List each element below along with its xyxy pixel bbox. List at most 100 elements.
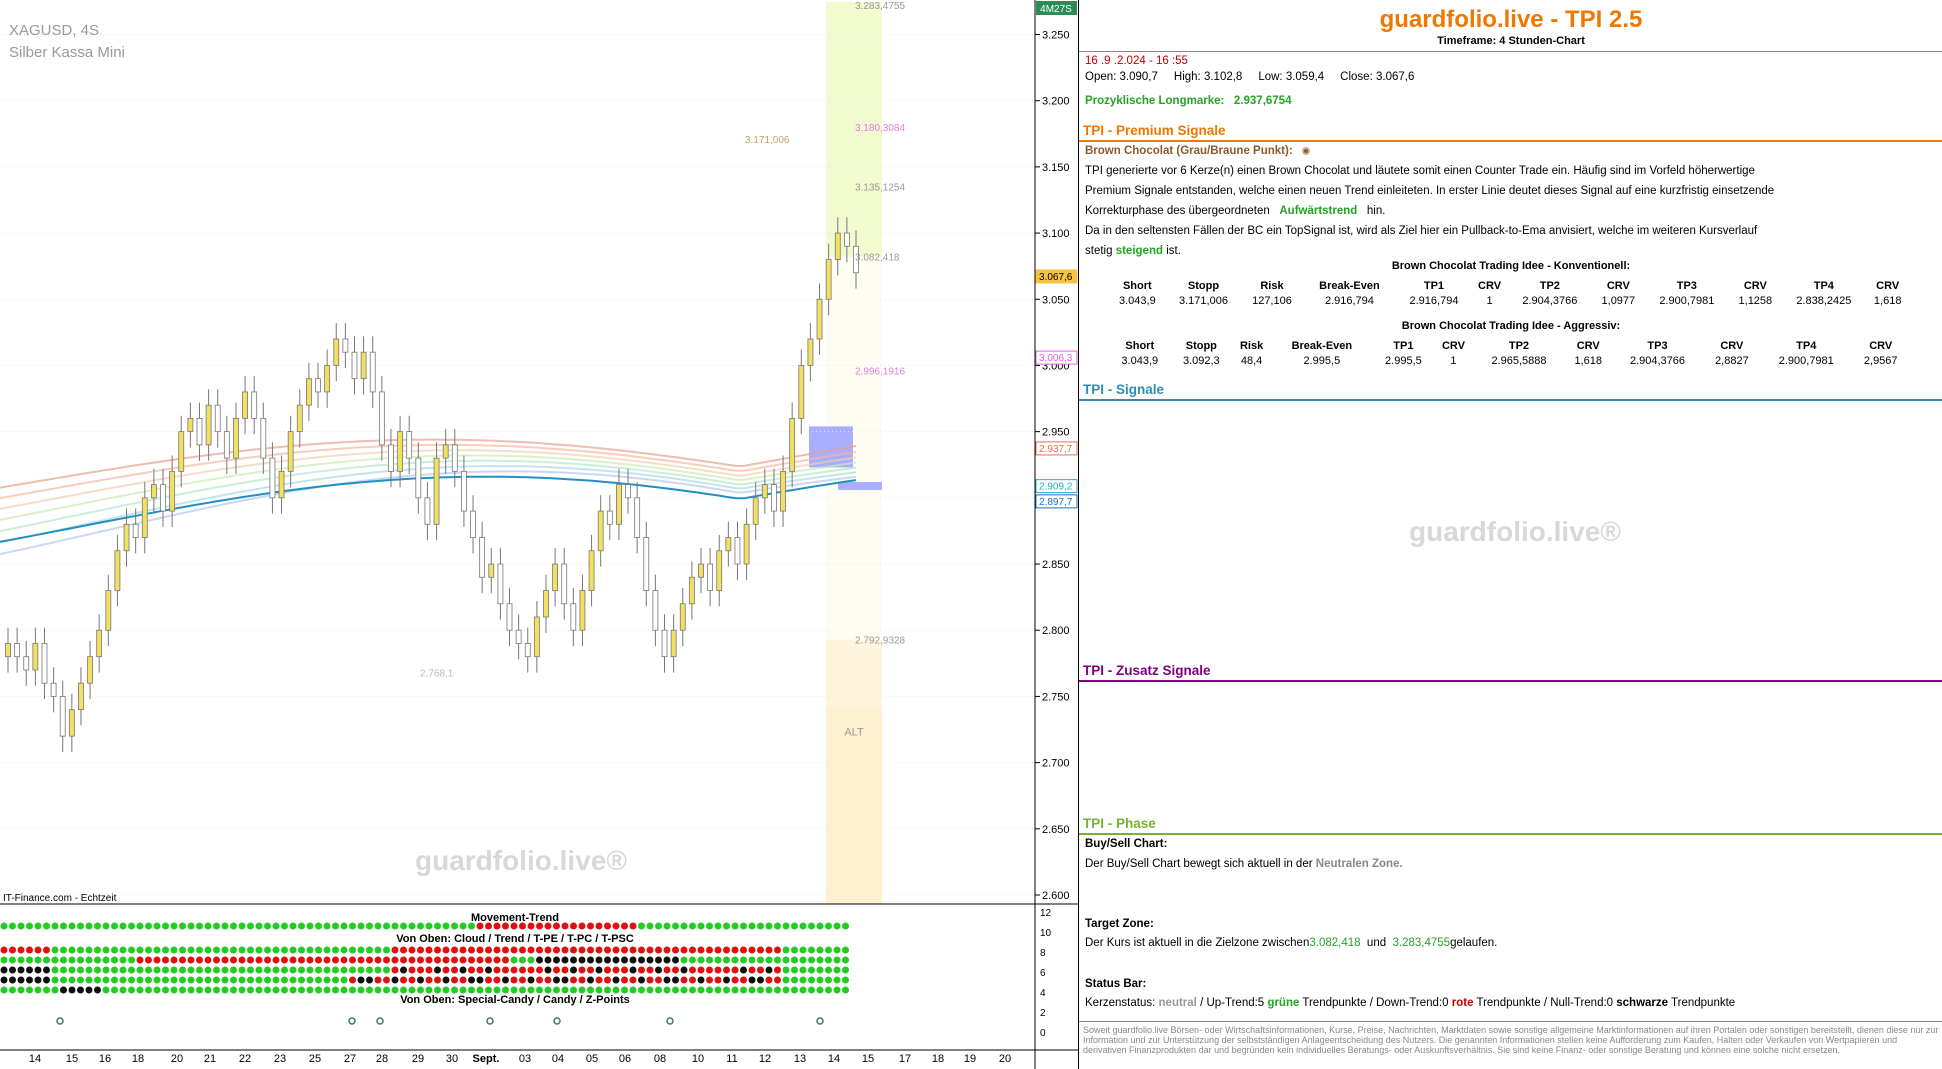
candle-body: [543, 590, 549, 618]
trend-dot: [527, 986, 535, 994]
trend-dot: [655, 966, 662, 974]
trend-dot: [417, 986, 424, 994]
trend-dot: [578, 986, 586, 994]
trend-dot: [0, 966, 8, 974]
trend-dot: [77, 946, 84, 954]
candle-body: [725, 537, 732, 552]
trend-dot: [43, 986, 50, 994]
trend-dot: [842, 956, 849, 964]
table-cell: 2.900,7981: [1659, 294, 1715, 307]
trend-dot: [391, 922, 399, 930]
trend-dot: [315, 956, 322, 964]
trend-dot: [366, 922, 373, 930]
y-tick-label: 2.700: [1042, 758, 1070, 770]
trend-dot: [646, 946, 654, 954]
candle-body: [679, 603, 686, 631]
trend-dot: [357, 956, 365, 964]
trend-dot: [604, 976, 611, 984]
trend-dot: [672, 922, 679, 930]
table-cell: 1,618: [1873, 294, 1902, 307]
trend-dot: [26, 976, 33, 984]
price-chart[interactable]: ALT3.2503.2003.1503.1003.0503.0002.9502.…: [0, 0, 1078, 1069]
trend-dot: [153, 922, 161, 930]
trend-dot: [765, 946, 773, 954]
phase-title: TPI - Phase: [1083, 816, 1156, 831]
trend-dot: [119, 946, 127, 954]
trend-dot: [757, 956, 764, 964]
candle-body: [242, 391, 248, 419]
trend-dot: [162, 986, 169, 994]
candle-body: [68, 709, 75, 737]
x-tick-label: 25: [309, 1053, 321, 1065]
trend-dot: [94, 986, 101, 994]
table-header: Risk: [1239, 339, 1264, 352]
trend-dot: [408, 922, 416, 930]
trend-dot: [238, 956, 246, 964]
trend-dot: [825, 976, 832, 984]
level-label: 3.171,006: [745, 135, 790, 146]
trend-dot: [663, 956, 671, 964]
status-p7: Trendpunkte / Null-Trend:0: [1476, 997, 1614, 1009]
trend-dot: [740, 956, 747, 964]
bc-title-text: Brown Chocolat (Grau/Braune Punkt):: [1085, 145, 1293, 157]
trend-dot: [366, 956, 373, 964]
trend-dot: [434, 986, 441, 994]
candle-body: [479, 537, 486, 578]
candle-body: [196, 418, 203, 446]
table-cell: 2.995,5: [1385, 354, 1422, 367]
price-tag-label: 2.909,2: [1039, 482, 1073, 493]
candle-body: [661, 629, 668, 658]
trend-dot: [366, 986, 373, 994]
trend-dot: [638, 946, 645, 954]
trend-dot: [655, 956, 662, 964]
trend-dot: [9, 956, 16, 964]
trend-dot: [842, 976, 849, 984]
trend-dot: [289, 922, 297, 930]
trend-dot: [119, 966, 127, 974]
trend-dot: [60, 986, 67, 994]
trend-dot: [434, 976, 441, 984]
target-und: und: [1366, 937, 1387, 949]
x-tick-label: 11: [726, 1053, 737, 1065]
trend-dot: [629, 946, 637, 954]
candle-body: [78, 682, 84, 711]
trend-dot: [434, 946, 441, 954]
trend-dot: [544, 946, 552, 954]
y-tick-label: 2.600: [1042, 890, 1070, 902]
table-cell: 3.092,3: [1182, 354, 1220, 367]
trend-dot: [26, 956, 33, 964]
trend-dot: [145, 966, 152, 974]
candle-body: [752, 497, 759, 525]
trend-dot: [43, 946, 50, 954]
trend-dot: [476, 946, 484, 954]
trend-dot: [374, 976, 382, 984]
trend-dot: [476, 976, 484, 984]
status-schwarze: schwarze: [1616, 997, 1669, 1009]
trend-dot: [527, 946, 535, 954]
trend-dot: [774, 986, 781, 994]
trend-dot: [281, 966, 288, 974]
table-header: TP4: [1813, 279, 1834, 292]
trading-table-aggressiv: Short Stopp Risk Break-Even TP1 CRV TP2 CRV TP3 C…: [1109, 338, 1909, 368]
trend-dot: [808, 966, 815, 974]
trend-dot: [51, 966, 59, 974]
trend-dot: [791, 966, 798, 974]
candle-body: [59, 696, 66, 737]
trend-dot: [451, 922, 458, 930]
trend-dot: [196, 976, 203, 984]
trend-dot: [136, 976, 144, 984]
candle-body: [14, 643, 21, 658]
trend-dot: [791, 946, 798, 954]
trend-dot: [578, 966, 586, 974]
trend-dot: [493, 986, 501, 994]
trend-dot: [391, 946, 399, 954]
level-label: 2.792,9328: [855, 636, 905, 647]
trend-dot: [561, 956, 569, 964]
candle-body: [506, 603, 513, 631]
ohlc-row: Open: 3.090,7 High: 3.102,8 Low: 3.059,4…: [1085, 71, 1414, 83]
trend-dot: [153, 976, 161, 984]
status-p5: Trendpunkte / Down-Trend:0: [1302, 997, 1449, 1009]
trend-dot: [349, 956, 356, 964]
trend-dot: [493, 956, 501, 964]
trend-dot: [298, 986, 305, 994]
